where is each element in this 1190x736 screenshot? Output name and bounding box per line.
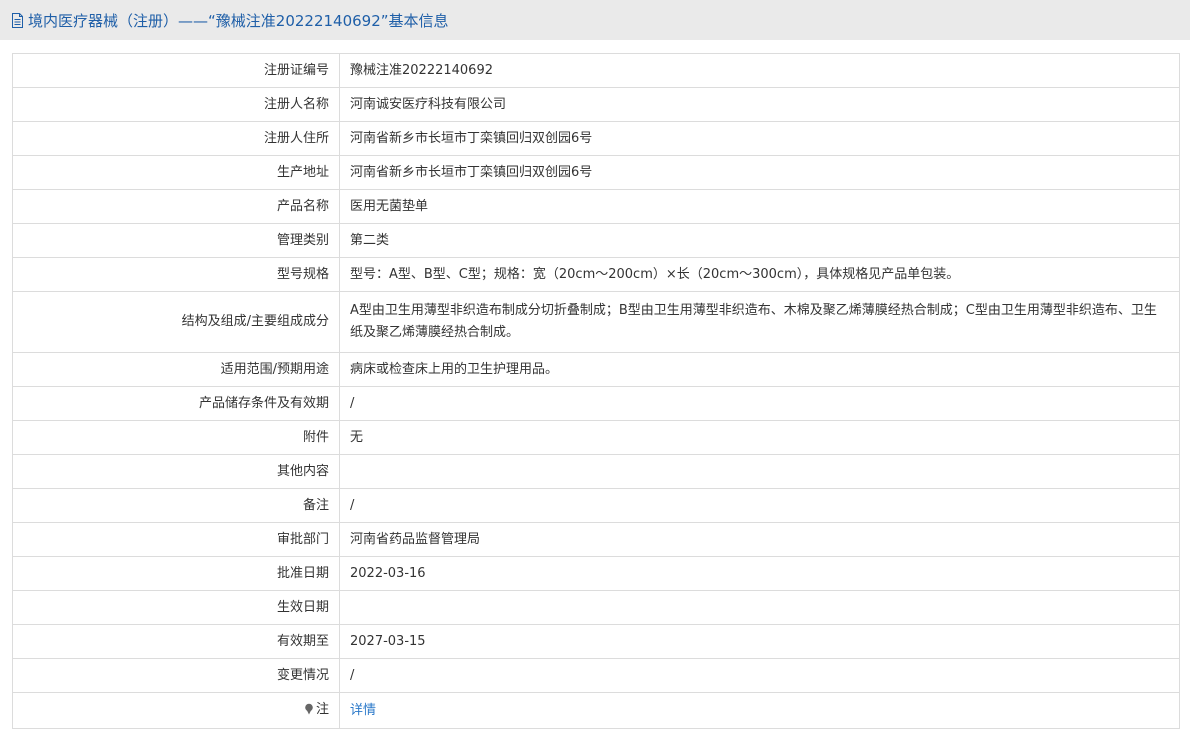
- row-label: 变更情况: [12, 658, 340, 693]
- note-label: 注: [315, 701, 329, 717]
- row-label: 产品储存条件及有效期: [12, 386, 340, 421]
- row-value: 医用无菌垫单: [339, 189, 1180, 224]
- table-row: 结构及组成/主要组成成分 A型由卫生用薄型非织造布制成分切折叠制成；B型由卫生用…: [12, 291, 1180, 353]
- row-label: 管理类别: [12, 223, 340, 258]
- table-row: 注册人住所 河南省新乡市长垣市丁栾镇回归双创园6号: [12, 121, 1180, 156]
- row-value: 豫械注准20222140692: [339, 53, 1180, 88]
- table-row: 型号规格 型号：A型、B型、C型；规格：宽（20cm～200cm）×长（20cm…: [12, 257, 1180, 292]
- table-row: 产品储存条件及有效期 /: [12, 386, 1180, 421]
- row-label: 审批部门: [12, 522, 340, 557]
- table-row: 变更情况 /: [12, 658, 1180, 693]
- page-header: 境内医疗器械（注册）——“豫械注准20222140692”基本信息: [0, 0, 1190, 40]
- row-value: 第二类: [339, 223, 1180, 258]
- page-title: 境内医疗器械（注册）——“豫械注准20222140692”基本信息: [28, 11, 449, 30]
- row-value: /: [339, 386, 1180, 421]
- row-label: 结构及组成/主要组成成分: [12, 291, 340, 353]
- row-value: 型号：A型、B型、C型；规格：宽（20cm～200cm）×长（20cm～300c…: [339, 257, 1180, 292]
- row-value: [339, 454, 1180, 489]
- row-value: 病床或检查床上用的卫生护理用品。: [339, 352, 1180, 387]
- table-row: 备注 /: [12, 488, 1180, 523]
- table-row: 批准日期 2022-03-16: [12, 556, 1180, 591]
- row-value: 河南省新乡市长垣市丁栾镇回归双创园6号: [339, 155, 1180, 190]
- row-label: 注册人名称: [12, 87, 340, 122]
- table-row: 适用范围/预期用途 病床或检查床上用的卫生护理用品。: [12, 352, 1180, 387]
- info-table-container: 注册证编号 豫械注准20222140692 注册人名称 河南诚安医疗科技有限公司…: [12, 53, 1180, 729]
- table-row: 附件 无: [12, 420, 1180, 455]
- row-value: 无: [339, 420, 1180, 455]
- note-label-cell: 注: [12, 692, 340, 729]
- pin-icon: [304, 702, 314, 722]
- row-label: 适用范围/预期用途: [12, 352, 340, 387]
- document-icon: [11, 12, 25, 28]
- row-value: 河南诚安医疗科技有限公司: [339, 87, 1180, 122]
- detail-link[interactable]: 详情: [350, 703, 376, 718]
- row-label: 批准日期: [12, 556, 340, 591]
- row-value: [339, 590, 1180, 625]
- row-label: 型号规格: [12, 257, 340, 292]
- table-row: 管理类别 第二类: [12, 223, 1180, 258]
- row-value: 2027-03-15: [339, 624, 1180, 659]
- table-row: 生效日期: [12, 590, 1180, 625]
- table-row: 审批部门 河南省药品监督管理局: [12, 522, 1180, 557]
- row-value: /: [339, 658, 1180, 693]
- row-value: /: [339, 488, 1180, 523]
- row-label: 其他内容: [12, 454, 340, 489]
- table-row: 生产地址 河南省新乡市长垣市丁栾镇回归双创园6号: [12, 155, 1180, 190]
- table-row: 注册人名称 河南诚安医疗科技有限公司: [12, 87, 1180, 122]
- row-value: 河南省药品监督管理局: [339, 522, 1180, 557]
- info-table: 注册证编号 豫械注准20222140692 注册人名称 河南诚安医疗科技有限公司…: [12, 53, 1180, 729]
- row-value: A型由卫生用薄型非织造布制成分切折叠制成；B型由卫生用薄型非织造布、木棉及聚乙烯…: [339, 291, 1180, 353]
- table-row: 其他内容: [12, 454, 1180, 489]
- row-label: 注册证编号: [12, 53, 340, 88]
- row-label: 备注: [12, 488, 340, 523]
- row-label: 生产地址: [12, 155, 340, 190]
- table-row: 注册证编号 豫械注准20222140692: [12, 53, 1180, 88]
- row-label: 生效日期: [12, 590, 340, 625]
- note-value-cell: 详情: [339, 692, 1180, 729]
- row-value: 2022-03-16: [339, 556, 1180, 591]
- row-label: 注册人住所: [12, 121, 340, 156]
- row-label: 产品名称: [12, 189, 340, 224]
- row-label: 附件: [12, 420, 340, 455]
- table-row: 有效期至 2027-03-15: [12, 624, 1180, 659]
- row-value: 河南省新乡市长垣市丁栾镇回归双创园6号: [339, 121, 1180, 156]
- row-label: 有效期至: [12, 624, 340, 659]
- table-row: 产品名称 医用无菌垫单: [12, 189, 1180, 224]
- table-row-note: 注 详情: [12, 692, 1180, 729]
